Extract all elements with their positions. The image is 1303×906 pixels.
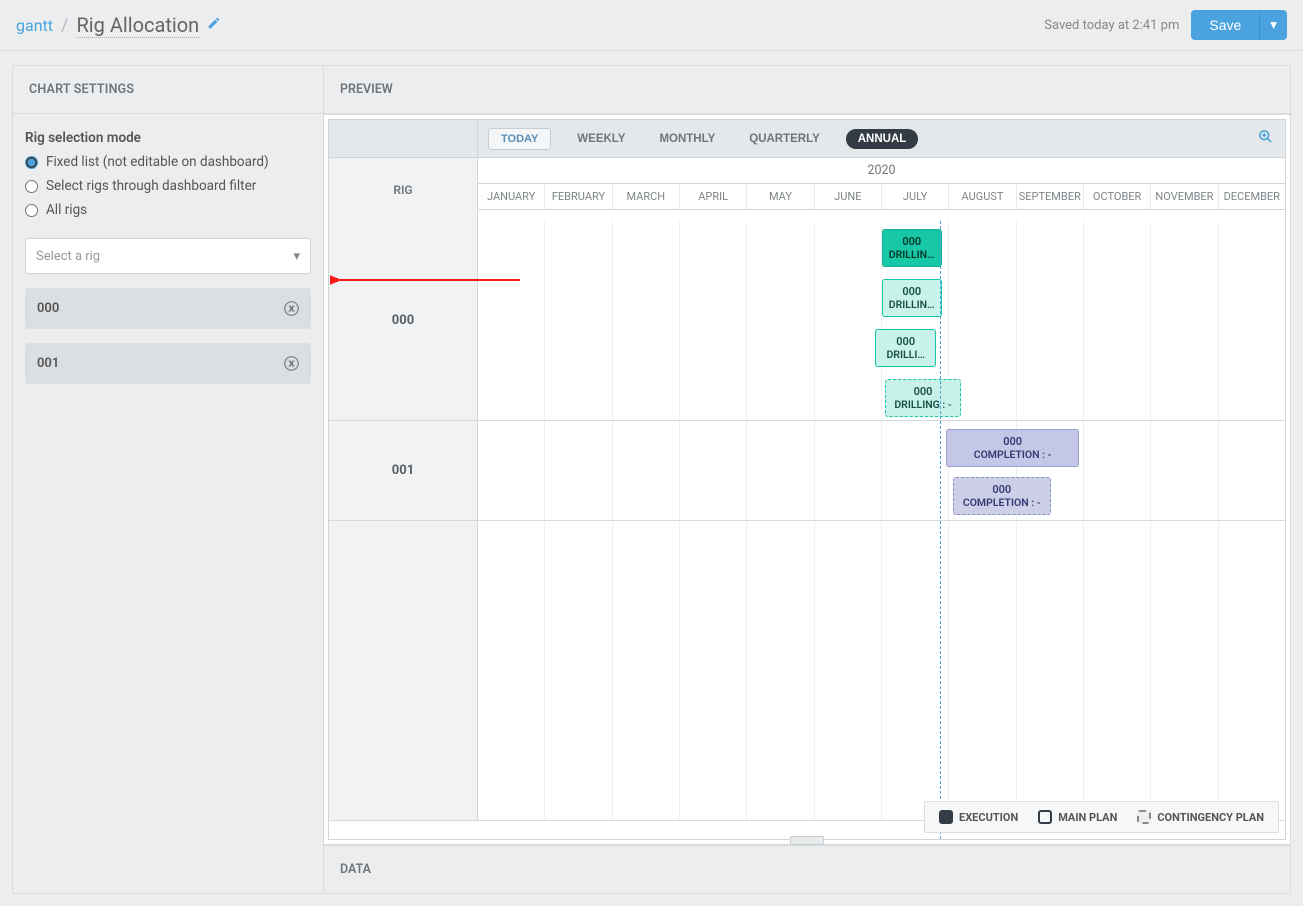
gantt-bar[interactable]: 000COMPLETION : - xyxy=(946,429,1079,467)
rig-select[interactable]: Select a rig ▾ xyxy=(25,238,311,274)
rig-chip-001: 001 ⓧ xyxy=(25,343,311,384)
saved-timestamp: Saved today at 2:41 pm xyxy=(1044,18,1179,33)
today-button[interactable]: TODAY xyxy=(488,128,551,150)
breadcrumb-root[interactable]: gantt xyxy=(16,16,53,35)
rig-select-placeholder: Select a rig xyxy=(36,249,100,264)
radio-fixed-list[interactable]: Fixed list (not editable on dashboard) xyxy=(25,154,311,170)
pencil-icon[interactable] xyxy=(207,16,221,34)
gantt-header: RIG 2020 JANUARYFEBRUARYMARCHAPRILMAYJUN… xyxy=(329,158,1285,221)
topbar: gantt / Rig Allocation Saved today at 2:… xyxy=(0,0,1303,51)
scale-weekly[interactable]: WEEKLY xyxy=(569,129,633,149)
timeline-header: 2020 JANUARYFEBRUARYMARCHAPRILMAYJUNEJUL… xyxy=(478,158,1285,221)
content: PREVIEW TODAY WEEKLY MONTHLY QUARTERLY A… xyxy=(324,65,1291,894)
today-marker xyxy=(940,221,941,839)
sidebar-body: Rig selection mode Fixed list (not edita… xyxy=(13,114,323,400)
splitter-handle[interactable] xyxy=(790,836,824,845)
rig-chip-label: 000 xyxy=(37,301,59,316)
save-dropdown-button[interactable]: ▾ xyxy=(1259,10,1287,40)
breadcrumb-sep: / xyxy=(61,15,68,36)
radio-filter-input[interactable] xyxy=(25,180,38,193)
month-header: SEPTEMBER xyxy=(1016,184,1083,209)
legend-execution: EXECUTION xyxy=(939,810,1018,824)
rig-chip-label: 001 xyxy=(37,356,59,371)
month-header: DECEMBER xyxy=(1218,184,1285,209)
gantt-bar[interactable]: 000DRILLI… xyxy=(875,329,936,367)
topbar-right: Saved today at 2:41 pm Save ▾ xyxy=(1044,10,1287,40)
scale-monthly[interactable]: MONTHLY xyxy=(651,129,723,149)
month-header: APRIL xyxy=(679,184,746,209)
remove-chip-icon[interactable]: ⓧ xyxy=(284,353,299,374)
gantt-rows[interactable]: 000000DRILLIN…000DRILLIN…000DRILLI…000DR… xyxy=(329,221,1285,839)
save-button[interactable]: Save xyxy=(1191,10,1259,40)
preview-header: PREVIEW xyxy=(324,66,1290,114)
legend-main-plan: MAIN PLAN xyxy=(1038,810,1117,824)
gantt-area: TODAY WEEKLY MONTHLY QUARTERLY ANNUAL RI… xyxy=(324,114,1290,845)
month-header: MAY xyxy=(746,184,813,209)
sidebar: CHART SETTINGS Rig selection mode Fixed … xyxy=(12,65,324,894)
legend-cont-label: CONTINGENCY PLAN xyxy=(1157,811,1264,824)
year-label: 2020 xyxy=(478,158,1285,183)
caret-down-icon: ▾ xyxy=(1270,17,1277,32)
legend-exec-label: EXECUTION xyxy=(959,811,1018,824)
rig-chip-000: 000 ⓧ xyxy=(25,288,311,329)
radio-filter-text: Select rigs through dashboard filter xyxy=(46,178,256,194)
save-button-group: Save ▾ xyxy=(1191,10,1287,40)
month-headers: JANUARYFEBRUARYMARCHAPRILMAYJUNEJULYAUGU… xyxy=(478,184,1285,209)
gantt-row: 001 000COMPLETION : - 000COMPLETION : - xyxy=(329,421,1285,521)
main: CHART SETTINGS Rig selection mode Fixed … xyxy=(0,51,1303,906)
legend: EXECUTION MAIN PLAN CONTINGENCY PLAN xyxy=(924,801,1279,833)
month-header: FEBRUARY xyxy=(544,184,611,209)
gantt-inner: TODAY WEEKLY MONTHLY QUARTERLY ANNUAL RI… xyxy=(328,119,1286,840)
legend-cont-swatch xyxy=(1137,810,1151,824)
gantt-controls: TODAY WEEKLY MONTHLY QUARTERLY ANNUAL xyxy=(478,128,918,150)
sidebar-header: CHART SETTINGS xyxy=(13,66,323,114)
rig-row-label: 000 xyxy=(329,221,478,420)
legend-contingency-plan: CONTINGENCY PLAN xyxy=(1137,810,1264,824)
gantt-bar[interactable]: 000DRILLIN… xyxy=(882,279,943,317)
legend-exec-swatch xyxy=(939,810,953,824)
month-header: JUNE xyxy=(814,184,881,209)
legend-main-swatch xyxy=(1038,810,1052,824)
rig-row-label: 001 xyxy=(329,421,478,520)
gantt-bar[interactable]: 000DRILLIN… xyxy=(882,229,943,267)
legend-main-label: MAIN PLAN xyxy=(1058,811,1117,824)
gantt-empty-area xyxy=(329,521,1285,821)
rig-col-spacer xyxy=(329,120,478,157)
month-header: JANUARY xyxy=(478,184,544,209)
radio-fixed-input[interactable] xyxy=(25,156,38,169)
timeline[interactable]: 000DRILLIN… 000DRILLIN… 000DRILLI… 000DRILL… xyxy=(478,221,1285,420)
scale-quarterly[interactable]: QUARTERLY xyxy=(741,129,828,149)
gantt-bar[interactable]: 000COMPLETION : - xyxy=(953,477,1051,515)
month-header: JULY xyxy=(881,184,948,209)
gantt-toolbar: TODAY WEEKLY MONTHLY QUARTERLY ANNUAL xyxy=(329,120,1285,158)
month-header: NOVEMBER xyxy=(1150,184,1217,209)
gantt-row: 000000DRILLIN…000DRILLIN…000DRILLI…000DR… xyxy=(329,221,1285,421)
zoom-in-icon[interactable] xyxy=(1258,129,1273,148)
timeline[interactable]: 000COMPLETION : - 000COMPLETION : - xyxy=(478,421,1285,520)
radio-fixed-text: Fixed list (not editable on dashboard) xyxy=(46,154,269,170)
month-header: OCTOBER xyxy=(1083,184,1150,209)
month-header: AUGUST xyxy=(948,184,1015,209)
remove-chip-icon[interactable]: ⓧ xyxy=(284,298,299,319)
radio-dashboard-filter[interactable]: Select rigs through dashboard filter xyxy=(25,178,311,194)
radio-all-input[interactable] xyxy=(25,204,38,217)
radio-all-rigs[interactable]: All rigs xyxy=(25,202,311,218)
data-section-header[interactable]: DATA xyxy=(324,845,1290,893)
month-header: MARCH xyxy=(612,184,679,209)
chevron-down-icon: ▾ xyxy=(293,249,300,264)
scale-annual[interactable]: ANNUAL xyxy=(846,129,919,149)
rig-column-header: RIG xyxy=(329,158,478,221)
breadcrumb: gantt / Rig Allocation xyxy=(16,13,221,38)
rig-mode-label: Rig selection mode xyxy=(25,130,311,146)
gantt-bar[interactable]: 000DRILLING : - xyxy=(885,379,962,417)
page-title[interactable]: Rig Allocation xyxy=(76,13,199,38)
radio-all-text: All rigs xyxy=(46,202,87,218)
